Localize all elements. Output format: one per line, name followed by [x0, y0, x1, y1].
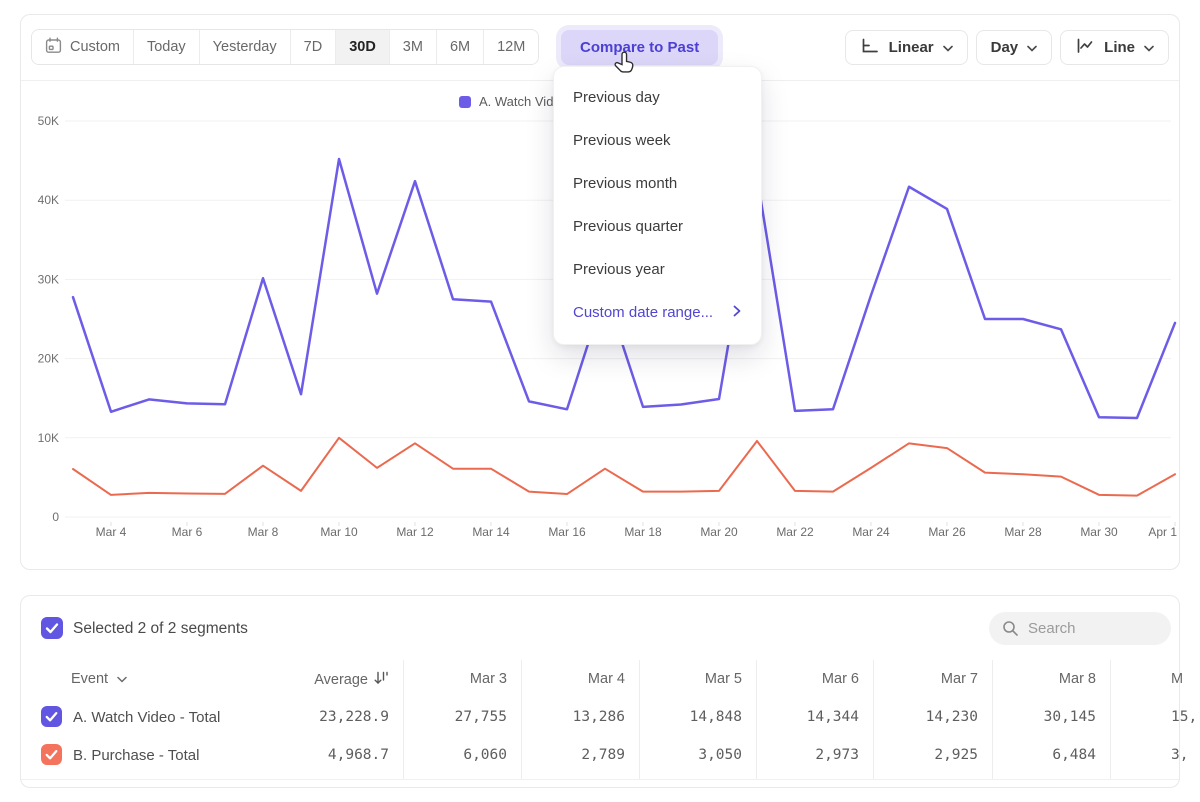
menu-item-previous-quarter[interactable]: Previous quarter [554, 205, 761, 248]
menu-item-label: Custom date range... [573, 304, 713, 321]
x-axis-tick: Mar 4 [96, 525, 127, 539]
cell-value: 6,060 [395, 747, 507, 763]
search-icon [1002, 620, 1019, 637]
cell-value-clipped: 3, [1171, 747, 1200, 763]
menu-item-label: Previous month [573, 175, 677, 192]
series-line-purchase [73, 438, 1175, 496]
x-axis-tick: Mar 20 [700, 525, 738, 539]
cell-value: 14,230 [866, 709, 978, 725]
x-axis-tick: Mar 16 [548, 525, 586, 539]
table-bottom-divider [21, 779, 1179, 780]
cell-value: 2,925 [866, 747, 978, 763]
x-axis-tick: Mar 18 [624, 525, 662, 539]
row-label: A. Watch Video - Total [73, 709, 220, 726]
cell-value-clipped: 15, [1171, 709, 1200, 725]
menu-item-previous-month[interactable]: Previous month [554, 162, 761, 205]
column-header-label: Event [71, 671, 108, 687]
y-axis-tick: 20K [38, 352, 59, 366]
x-axis-tick: Mar 14 [472, 525, 510, 539]
x-axis-tick: Mar 28 [1004, 525, 1042, 539]
y-axis-tick: 30K [38, 272, 59, 286]
cell-value: 27,755 [395, 709, 507, 725]
cell-value: 14,344 [747, 709, 859, 725]
column-header-clipped: M [1171, 671, 1183, 687]
row-checkbox-purchase[interactable] [41, 744, 62, 765]
x-axis-tick: Apr 1 [1148, 525, 1177, 539]
column-header-mar-5: Mar 5 [630, 671, 742, 687]
chevron-right-icon [733, 304, 741, 321]
row-label: B. Purchase - Total [73, 747, 199, 764]
x-axis-tick: Mar 8 [248, 525, 279, 539]
cell-value: 14,848 [630, 709, 742, 725]
x-axis-tick: Mar 30 [1080, 525, 1118, 539]
analytics-page: CustomTodayYesterday7D30D3M6M12M Compare… [0, 0, 1200, 802]
segments-panel: Selected 2 of 2 segments Event Average Mar… [20, 595, 1180, 788]
search-input[interactable] [1028, 620, 1158, 637]
search-box [989, 612, 1171, 645]
column-header-label: Average [314, 672, 368, 688]
chevron-down-icon [117, 671, 127, 687]
menu-item-label: Previous day [573, 89, 660, 106]
y-axis-tick: 0 [52, 510, 59, 524]
column-header-average[interactable]: Average [277, 671, 389, 689]
legend-swatch-watch-video [459, 96, 471, 108]
cell-value: 3,050 [630, 747, 742, 763]
row-checkbox-watch-video[interactable] [41, 706, 62, 727]
menu-item-label: Previous year [573, 261, 665, 278]
sort-descending-icon [374, 671, 389, 689]
column-header-mar-6: Mar 6 [747, 671, 859, 687]
column-header-mar-3: Mar 3 [395, 671, 507, 687]
cell-value: 30,145 [984, 709, 1096, 725]
column-header-mar-8: Mar 8 [984, 671, 1096, 687]
menu-item-previous-day[interactable]: Previous day [554, 76, 761, 119]
select-all-checkbox[interactable] [41, 617, 63, 639]
column-header-mar-7: Mar 7 [866, 671, 978, 687]
cell-value: 6,484 [984, 747, 1096, 763]
menu-item-previous-year[interactable]: Previous year [554, 248, 761, 291]
x-axis-tick: Mar 12 [396, 525, 434, 539]
column-header-mar-4: Mar 4 [513, 671, 625, 687]
cell-value: 2,789 [513, 747, 625, 763]
y-axis-tick: 50K [38, 114, 59, 128]
chart-legend: A. Watch Video [459, 94, 568, 109]
menu-item-previous-week[interactable]: Previous week [554, 119, 761, 162]
column-header-event[interactable]: Event [71, 671, 127, 687]
x-axis-tick: Mar 26 [928, 525, 966, 539]
menu-item-label: Previous quarter [573, 218, 683, 235]
y-axis-tick: 40K [38, 193, 59, 207]
selected-summary: Selected 2 of 2 segments [73, 620, 248, 638]
compare-menu: Previous day Previous week Previous month P… [553, 66, 762, 345]
cell-value: 13,286 [513, 709, 625, 725]
segments-header: Selected 2 of 2 segments [21, 596, 1179, 660]
x-axis-tick: Mar 24 [852, 525, 890, 539]
y-axis-tick: 10K [38, 431, 59, 445]
menu-item-custom-date-range[interactable]: Custom date range... [554, 291, 761, 334]
cursor-pointer-icon [613, 51, 636, 81]
x-axis-tick: Mar 6 [172, 525, 203, 539]
column-divider [1110, 660, 1111, 779]
x-axis-tick: Mar 22 [776, 525, 814, 539]
cell-average: 4,968.7 [277, 747, 389, 763]
menu-item-label: Previous week [573, 132, 671, 149]
cell-value: 2,973 [747, 747, 859, 763]
cell-average: 23,228.9 [277, 709, 389, 725]
x-axis-tick: Mar 10 [320, 525, 358, 539]
